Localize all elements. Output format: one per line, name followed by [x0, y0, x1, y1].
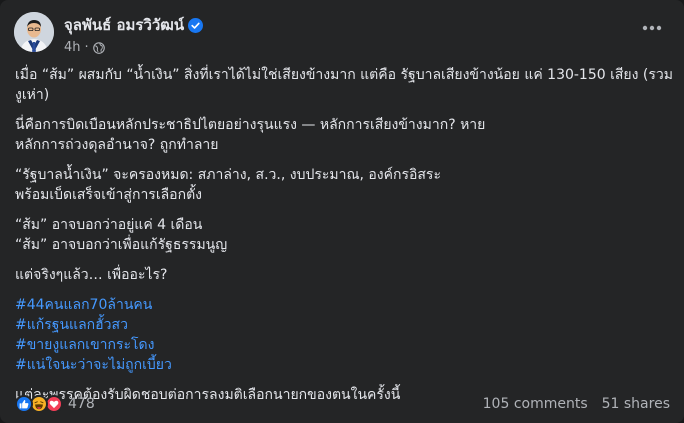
- paragraph-2: นี่คือการบิดเบือนหลักประชาธิปไตยอย่างรุน…: [15, 115, 671, 155]
- like-icon: [15, 395, 33, 413]
- verified-badge-icon: [188, 17, 204, 33]
- more-options-button[interactable]: [640, 16, 664, 40]
- paragraph-3: “รัฐบาลน้ำเงิน” จะครองหมด: สภาล่าง, ส.ว.…: [15, 165, 671, 205]
- paragraph-line: “ส้ม” อาจบอกว่าอยู่แค่ 4 เดือน: [15, 217, 203, 233]
- author-name[interactable]: จุลพันธ์ อมรวิวัฒน์: [64, 13, 184, 37]
- more-horizontal-icon: [642, 25, 662, 31]
- paragraph-line: เมื่อ “ส้ม” ผสมกับ “น้ำเงิน” สิ่งที่เราไ…: [15, 67, 673, 83]
- paragraph-5: แต่จริงๆแล้ว… เพื่ออะไร?: [15, 265, 671, 285]
- post-time[interactable]: 4h: [64, 40, 81, 55]
- author-avatar[interactable]: [14, 12, 54, 52]
- shares-count[interactable]: 51 shares: [602, 396, 670, 412]
- hashtag-link[interactable]: #44คนแลก70ล้านคน: [15, 295, 671, 315]
- post-body: เมื่อ “ส้ม” ผสมกับ “น้ำเงิน” สิ่งที่เราไ…: [15, 65, 673, 415]
- hashtag-link[interactable]: #แก้รฐนแลกฮั้วสว: [15, 315, 671, 335]
- paragraph-line: นี่คือการบิดเบือนหลักประชาธิปไตยอย่างรุน…: [15, 117, 486, 133]
- reactions-summary[interactable]: 478: [15, 395, 95, 413]
- avatar-image: [14, 12, 54, 52]
- meta-separator: ·: [84, 40, 89, 55]
- paragraph-line: หลักการถ่วงดุลอำนาจ? ถูกทำลาย: [15, 137, 219, 153]
- paragraph-line: พร้อมเบ็ดเสร็จเข้าสู่การเลือกตั้ง: [15, 187, 202, 203]
- paragraph-1: เมื่อ “ส้ม” ผสมกับ “น้ำเงิน” สิ่งที่เราไ…: [15, 65, 673, 105]
- paragraph-4: “ส้ม” อาจบอกว่าอยู่แค่ 4 เดือน “ส้ม” อาจ…: [15, 215, 671, 255]
- paragraph-line: แต่จริงๆแล้ว… เพื่ออะไร?: [15, 267, 168, 283]
- paragraph-line: “รัฐบาลน้ำเงิน” จะครองหมด: สภาล่าง, ส.ว.…: [15, 167, 441, 183]
- hashtag-list: #44คนแลก70ล้านคน #แก้รฐนแลกฮั้วสว #ขายงู…: [15, 295, 671, 375]
- post-header: จุลพันธ์ อมรวิวัฒน์ 4h ·: [14, 12, 672, 56]
- globe-icon[interactable]: [92, 41, 105, 54]
- post-footer: 478 105 comments 51 shares: [15, 392, 670, 416]
- hashtag-link[interactable]: #แน่ใจนะว่าจะไม่ถูกเบี้ยว: [15, 355, 671, 375]
- comments-count[interactable]: 105 comments: [483, 396, 588, 412]
- paragraph-line: “ส้ม” อาจบอกว่าเพื่อแก้รัฐธรรมนูญ: [15, 237, 228, 253]
- reaction-count[interactable]: 478: [68, 396, 95, 412]
- hashtag-link[interactable]: #ขายงูแลกเขากระโดง: [15, 335, 671, 355]
- paragraph-line: งูเห่า): [15, 87, 50, 103]
- post-card: จุลพันธ์ อมรวิวัฒน์ 4h · เมื่อ “ส้ม” ผสม…: [0, 0, 684, 423]
